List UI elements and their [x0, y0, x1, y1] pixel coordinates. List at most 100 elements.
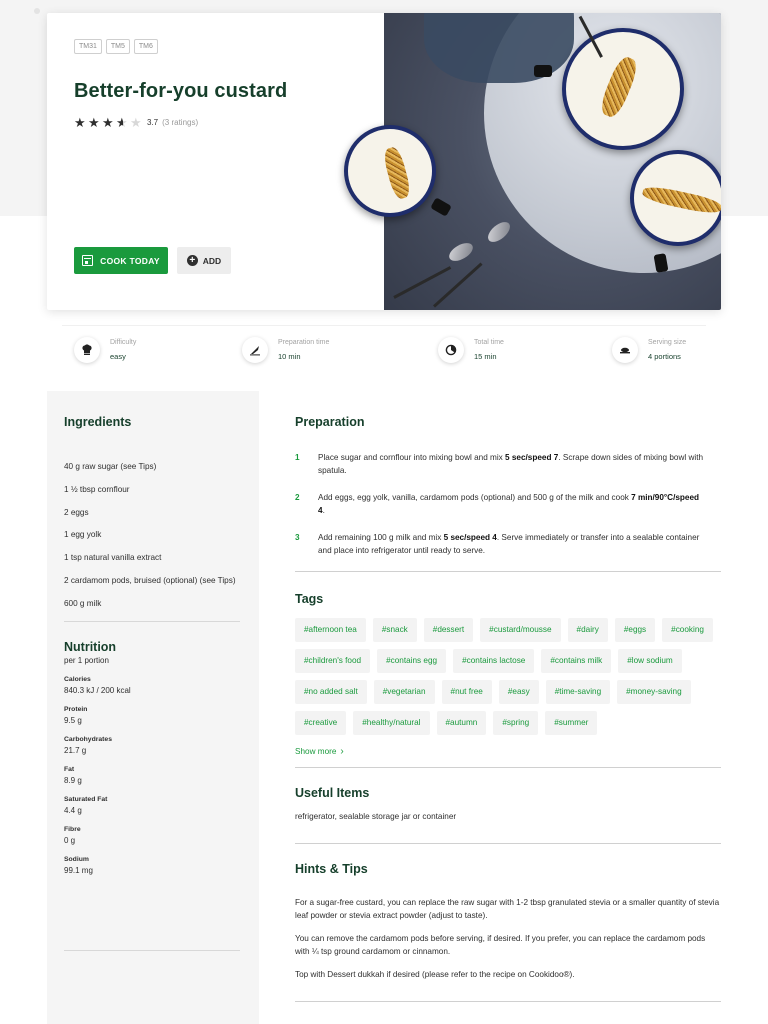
step-text: Add eggs, egg yolk, vanilla, cardamom po… — [318, 493, 700, 515]
nutrition-label: Sodium — [64, 855, 89, 863]
divider — [64, 620, 240, 622]
corner-mark — [34, 8, 40, 14]
ingredient-item: 1 tsp natural vanilla extract — [64, 553, 162, 563]
step-text: Add remaining 100 g milk and mix 5 sec/s… — [318, 533, 700, 555]
tag-chip[interactable]: #afternoon tea — [295, 618, 366, 642]
tag-chip[interactable]: #autumn — [436, 711, 487, 735]
dukkah-topping — [597, 54, 641, 120]
timer-icon — [438, 337, 464, 363]
tag-chip[interactable]: #no added salt — [295, 680, 367, 704]
nutrition-value: 4.4 g — [64, 805, 82, 815]
divider — [295, 571, 721, 572]
tag-chip[interactable]: #custard/mousse — [480, 618, 561, 642]
tag-chip[interactable]: #money-saving — [617, 680, 691, 704]
custard-bowl — [630, 150, 721, 246]
tag-chip[interactable]: #low sodium — [618, 649, 682, 673]
hero-details: TM31 TM5 TM6 Better-for-you custard ★ ★ … — [47, 13, 384, 310]
plus-circle-icon: + — [186, 255, 198, 266]
difficulty-info: Difficulty easy — [74, 337, 136, 363]
ingredient-item: 2 cardamom pods, bruised (optional) (see… — [64, 575, 236, 585]
recipe-title: Better-for-you custard — [74, 80, 288, 102]
rating[interactable]: ★ ★ ★ ★ ★ 3.7 (3 ratings) — [74, 116, 384, 129]
recipe-main-content: Preparation 1 Place sugar and cornflour … — [295, 391, 721, 1002]
show-more-link[interactable]: Show more › — [295, 745, 721, 757]
device-chip[interactable]: TM5 — [105, 39, 130, 54]
step-number: 1 — [295, 453, 300, 462]
total-time-info: Total time 15 min — [438, 337, 504, 363]
nutrition-item: Carbohydrates 21.7 g — [64, 736, 242, 755]
tag-chip[interactable]: #vegetarian — [373, 680, 435, 704]
tag-chip[interactable]: #spring — [493, 711, 539, 735]
tag-chip[interactable]: #cooking — [662, 618, 713, 642]
recipe-info-row: Difficulty easy Preparation time 10 min … — [74, 337, 694, 371]
divider — [64, 950, 240, 951]
tag-chip[interactable]: #healthy/natural — [353, 711, 430, 735]
serving-size-value: 4 portions — [648, 352, 681, 361]
empty-star-icon: ★ — [130, 115, 142, 130]
nutrition-label: Fat — [64, 765, 75, 773]
preparation-title: Preparation — [295, 415, 365, 429]
hint-paragraph: For a sugar-free custard, you can replac… — [295, 898, 720, 920]
preparation-steps: 1 Place sugar and cornflour into mixing … — [295, 451, 721, 557]
nutrition-item: Fat 8.9 g — [64, 766, 242, 785]
divider — [62, 325, 706, 326]
serving-size-label: Serving size — [648, 339, 687, 346]
tag-chip[interactable]: #time-saving — [545, 680, 611, 704]
tag-chip[interactable]: #contains milk — [541, 649, 612, 673]
tag-chip[interactable]: #creative — [295, 711, 347, 735]
useful-items-text: refrigerator, sealable storage jar or co… — [295, 812, 457, 821]
preparation-step: 2 Add eggs, egg yolk, vanilla, cardamom … — [295, 491, 721, 517]
chevron-right-icon: › — [340, 745, 344, 757]
divider — [295, 767, 721, 768]
difficulty-label: Difficulty — [110, 339, 137, 346]
rating-value: 3.7 — [147, 118, 159, 127]
tag-chip[interactable]: #children's food — [295, 649, 371, 673]
spoon — [484, 218, 514, 246]
nutrition-value: 0 g — [64, 835, 76, 845]
dukkah-topping — [641, 183, 721, 217]
tag-chip[interactable]: #snack — [372, 618, 417, 642]
tag-chip[interactable]: #contains lactose — [453, 649, 535, 673]
tag-chip[interactable]: #contains egg — [377, 649, 447, 673]
step-text: Place sugar and cornflour into mixing bo… — [318, 453, 704, 475]
device-chip[interactable]: TM31 — [74, 39, 102, 54]
hints-tips-title: Hints & Tips — [295, 862, 368, 876]
ingredient-item: 40 g raw sugar (see Tips) — [64, 462, 157, 471]
tag-chip[interactable]: #eggs — [614, 618, 656, 642]
dukkah-topping — [381, 145, 413, 201]
tag-chip[interactable]: #summer — [545, 711, 598, 735]
prep-time-info: Preparation time 10 min — [242, 337, 329, 363]
tag-chip[interactable]: #nut free — [441, 680, 492, 704]
tag-chip[interactable]: #dairy — [567, 618, 608, 642]
nutrition-value: 8.9 g — [64, 775, 82, 785]
hint-paragraph: You can remove the cardamom pods before … — [295, 934, 706, 956]
nutrition-subtitle: per 1 portion — [64, 655, 109, 665]
bowl-handle — [430, 197, 452, 217]
ingredients-title: Ingredients — [64, 415, 132, 429]
calendar-icon — [82, 255, 94, 266]
nutrition-item: Fibre 0 g — [64, 826, 242, 845]
ingredient-item: 2 eggs — [64, 507, 89, 517]
total-time-label: Total time — [474, 339, 504, 346]
prep-time-label: Preparation time — [278, 339, 330, 346]
total-time-value: 15 min — [474, 352, 497, 361]
tag-chip[interactable]: #dessert — [423, 618, 474, 642]
cook-today-button[interactable]: COOK TODAY — [74, 247, 168, 274]
star-icon: ★ — [88, 115, 100, 130]
useful-items-title: Useful Items — [295, 786, 370, 800]
tag-chip[interactable]: #easy — [498, 680, 539, 704]
nutrition-value: 21.7 g — [64, 745, 87, 755]
nutrition-item: Protein 9.5 g — [64, 706, 242, 725]
chef-hat-icon — [74, 337, 100, 363]
nutrition-item: Saturated Fat 4.4 g — [64, 796, 242, 815]
spoon — [446, 239, 476, 265]
nutrition-item: Calories 840.3 kJ / 200 kcal — [64, 676, 242, 695]
add-button[interactable]: + ADD — [177, 247, 231, 274]
ingredients-list: 40 g raw sugar (see Tips) 1 ½ tbsp cornf… — [64, 460, 242, 610]
nutrition-label: Protein — [64, 705, 88, 713]
custard-bowl — [344, 125, 436, 217]
device-chip[interactable]: TM6 — [133, 39, 158, 54]
ingredients-sidebar: Ingredients 40 g raw sugar (see Tips) 1 … — [47, 391, 259, 1024]
preparation-step: 3 Add remaining 100 g milk and mix 5 sec… — [295, 531, 721, 557]
nutrition-label: Fibre — [64, 825, 81, 833]
